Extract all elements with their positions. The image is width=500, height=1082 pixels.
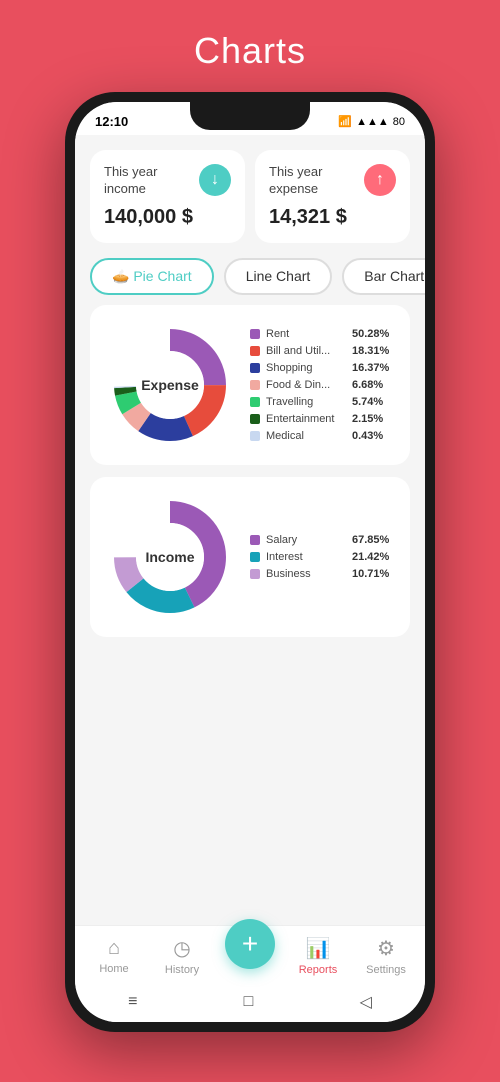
legend-name: Salary bbox=[266, 534, 346, 546]
nav-history-label: History bbox=[165, 964, 199, 976]
history-icon: ◷ bbox=[173, 936, 190, 961]
chart-tabs: 🥧 Pie Chart Line Chart Bar Chart bbox=[75, 253, 425, 305]
status-icons: 📶 ▲▲▲ 80 bbox=[338, 115, 405, 128]
legend-color bbox=[250, 414, 260, 424]
system-nav-bar: ≡ □ ◁ bbox=[75, 984, 425, 1022]
status-time: 12:10 bbox=[95, 114, 128, 129]
legend-pct: 50.28% bbox=[352, 328, 389, 340]
tab-pie-chart[interactable]: 🥧 Pie Chart bbox=[90, 258, 214, 295]
phone-screen: 12:10 📶 ▲▲▲ 80 This year income 140 bbox=[75, 102, 425, 1022]
legend-item: Salary 67.85% bbox=[250, 534, 395, 546]
screen-content[interactable]: This year income 140,000 $ This year exp… bbox=[75, 135, 425, 925]
nav-reports[interactable]: 📊 Reports bbox=[293, 936, 343, 976]
legend-name: Food & Din... bbox=[266, 379, 346, 391]
legend-name: Medical bbox=[266, 430, 346, 442]
fab-add-button[interactable]: + bbox=[225, 919, 275, 969]
tab-line-chart[interactable]: Line Chart bbox=[224, 258, 333, 295]
down-arrow-icon bbox=[211, 171, 219, 189]
legend-name: Business bbox=[266, 568, 346, 580]
cards-row: This year income 140,000 $ This year exp… bbox=[75, 135, 425, 253]
legend-pct: 10.71% bbox=[352, 568, 389, 580]
legend-name: Entertainment bbox=[266, 413, 346, 425]
income-icon-btn[interactable] bbox=[199, 164, 231, 196]
nav-history[interactable]: ◷ History bbox=[157, 936, 207, 976]
legend-name: Bill and Util... bbox=[266, 345, 346, 357]
tab-bar-chart[interactable]: Bar Chart bbox=[342, 258, 425, 295]
expense-card: This year expense 14,321 $ bbox=[255, 150, 410, 243]
income-label: This year income bbox=[104, 164, 199, 198]
notch bbox=[190, 102, 310, 130]
legend-name: Shopping bbox=[266, 362, 346, 374]
legend-pct: 5.74% bbox=[352, 396, 383, 408]
legend-color bbox=[250, 363, 260, 373]
fab-plus-icon: + bbox=[242, 928, 258, 960]
wifi-icon: 📶 bbox=[338, 115, 352, 128]
battery-icon: 80 bbox=[393, 116, 405, 128]
bottom-nav: ⌂ Home ◷ History + 📊 Reports ⚙ Settings bbox=[75, 925, 425, 984]
legend-name: Rent bbox=[266, 328, 346, 340]
up-arrow-icon bbox=[376, 171, 384, 189]
expense-donut-label: Expense bbox=[141, 377, 199, 393]
legend-pct: 16.37% bbox=[352, 362, 389, 374]
legend-pct: 21.42% bbox=[352, 551, 389, 563]
legend-pct: 67.85% bbox=[352, 534, 389, 546]
legend-color bbox=[250, 380, 260, 390]
expense-chart-card: Expense Rent 50.28% Bill and Util... 18.… bbox=[90, 305, 410, 465]
income-amount: 140,000 $ bbox=[104, 206, 231, 229]
reports-icon: 📊 bbox=[306, 936, 331, 961]
expense-label: This year expense bbox=[269, 164, 364, 198]
expense-donut: Expense bbox=[105, 320, 235, 450]
legend-name: Travelling bbox=[266, 396, 346, 408]
legend-pct: 6.68% bbox=[352, 379, 383, 391]
home-icon: ⌂ bbox=[108, 937, 120, 960]
legend-color bbox=[250, 346, 260, 356]
expense-card-header: This year expense bbox=[269, 164, 396, 198]
legend-color bbox=[250, 329, 260, 339]
legend-item: Shopping 16.37% bbox=[250, 362, 395, 374]
legend-item: Business 10.71% bbox=[250, 568, 395, 580]
legend-item: Food & Din... 6.68% bbox=[250, 379, 395, 391]
signal-icon: ▲▲▲ bbox=[356, 116, 389, 128]
legend-item: Interest 21.42% bbox=[250, 551, 395, 563]
income-legend: Salary 67.85% Interest 21.42% Business 1… bbox=[250, 534, 395, 580]
nav-settings-label: Settings bbox=[366, 964, 406, 976]
legend-color bbox=[250, 569, 260, 579]
legend-item: Entertainment 2.15% bbox=[250, 413, 395, 425]
legend-pct: 0.43% bbox=[352, 430, 383, 442]
nav-home-label: Home bbox=[99, 963, 128, 975]
legend-item: Travelling 5.74% bbox=[250, 396, 395, 408]
menu-icon[interactable]: ≡ bbox=[128, 993, 137, 1011]
nav-reports-label: Reports bbox=[299, 964, 338, 976]
expense-legend: Rent 50.28% Bill and Util... 18.31% Shop… bbox=[250, 328, 395, 442]
expense-icon-btn[interactable] bbox=[364, 164, 396, 196]
legend-item: Rent 50.28% bbox=[250, 328, 395, 340]
legend-item: Bill and Util... 18.31% bbox=[250, 345, 395, 357]
income-chart-card: Income Salary 67.85% Interest 21.42% bbox=[90, 477, 410, 637]
expense-amount: 14,321 $ bbox=[269, 206, 396, 229]
nav-settings[interactable]: ⚙ Settings bbox=[361, 936, 411, 976]
page-title: Charts bbox=[194, 30, 306, 72]
nav-home[interactable]: ⌂ Home bbox=[89, 937, 139, 975]
income-card-header: This year income bbox=[104, 164, 231, 198]
legend-pct: 2.15% bbox=[352, 413, 383, 425]
phone-shell: 12:10 📶 ▲▲▲ 80 This year income 140 bbox=[65, 92, 435, 1032]
home-sys-icon[interactable]: □ bbox=[244, 993, 254, 1011]
settings-icon: ⚙ bbox=[377, 936, 395, 961]
legend-pct: 18.31% bbox=[352, 345, 389, 357]
legend-name: Interest bbox=[266, 551, 346, 563]
legend-color bbox=[250, 397, 260, 407]
back-icon[interactable]: ◁ bbox=[360, 992, 372, 1012]
income-donut-label: Income bbox=[145, 549, 194, 565]
legend-color bbox=[250, 552, 260, 562]
income-donut: Income bbox=[105, 492, 235, 622]
income-card: This year income 140,000 $ bbox=[90, 150, 245, 243]
legend-color bbox=[250, 535, 260, 545]
legend-item: Medical 0.43% bbox=[250, 430, 395, 442]
legend-color bbox=[250, 431, 260, 441]
